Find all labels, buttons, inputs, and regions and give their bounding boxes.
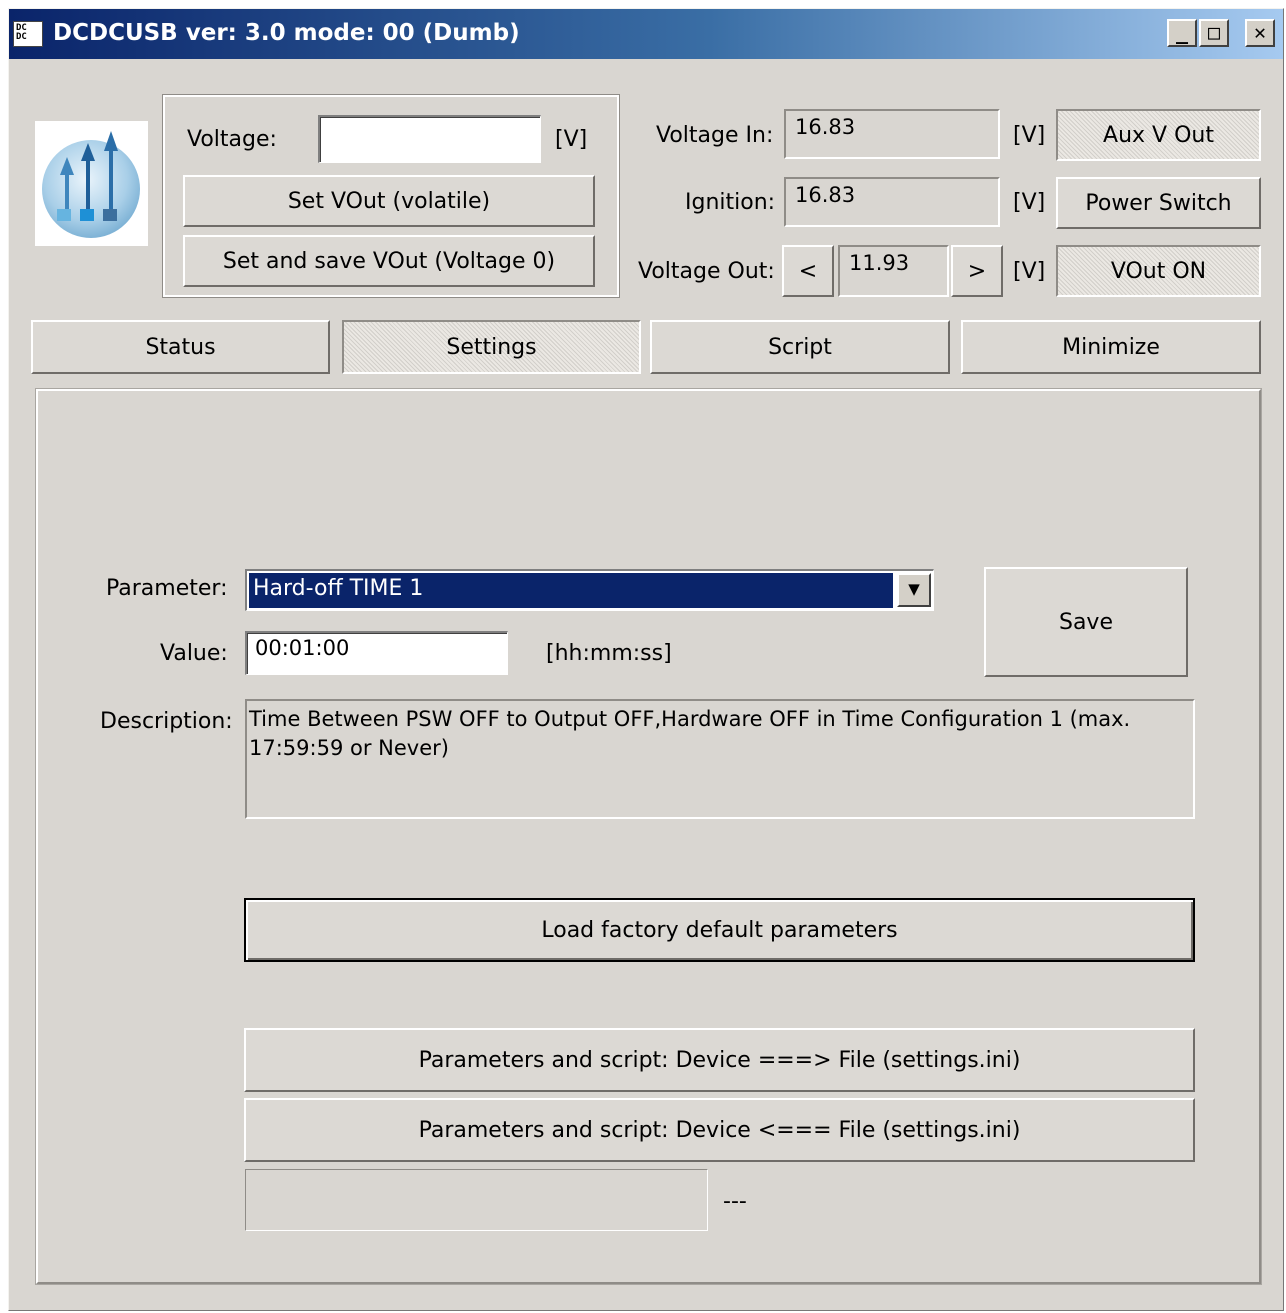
voltage-in-value: 16.83 — [784, 109, 1000, 159]
transfer-status-text: --- — [723, 1189, 747, 1214]
value-label: Value: — [160, 641, 228, 666]
tab-settings[interactable]: Settings — [342, 320, 641, 374]
ignition-value: 16.83 — [784, 177, 1000, 227]
voltage-out-unit: [V] — [1013, 259, 1046, 284]
app-icon: DC DC — [13, 21, 43, 47]
close-window-button[interactable]: ✕ — [1245, 19, 1275, 47]
load-factory-defaults-button[interactable]: Load factory default parameters — [244, 898, 1195, 962]
set-vout-volatile-button[interactable]: Set VOut (volatile) — [183, 175, 595, 227]
import-settings-button[interactable]: Parameters and script: Device <=== File … — [244, 1098, 1195, 1162]
ignition-unit: [V] — [1013, 190, 1046, 215]
voltage-out-value: 11.93 — [838, 245, 949, 297]
minimize-window-button[interactable]: _ — [1167, 19, 1197, 47]
save-button[interactable]: Save — [984, 567, 1188, 677]
voltage-label: Voltage: — [187, 127, 277, 152]
voltage-input[interactable] — [318, 115, 541, 163]
parameter-selected-value: Hard-off TIME 1 — [249, 573, 893, 608]
transfer-progress-bar — [245, 1169, 708, 1231]
value-unit-label: [hh:mm:ss] — [546, 641, 672, 666]
app-icon-text: DC DC — [16, 23, 27, 42]
vout-on-button[interactable]: VOut ON — [1056, 245, 1261, 297]
voltage-unit-label: [V] — [555, 127, 588, 152]
tab-minimize[interactable]: Minimize — [961, 320, 1261, 374]
value-input[interactable]: 00:01:00 — [245, 631, 508, 675]
parameter-label: Parameter: — [106, 576, 228, 601]
tab-script[interactable]: Script — [650, 320, 950, 374]
parameter-select[interactable]: Hard-off TIME 1 ▼ — [245, 569, 934, 611]
ignition-label: Ignition: — [685, 190, 776, 215]
voltage-in-unit: [V] — [1013, 123, 1046, 148]
description-text: Time Between PSW OFF to Output OFF,Hardw… — [245, 699, 1195, 819]
maximize-window-button[interactable]: □ — [1199, 19, 1229, 47]
voltage-in-label: Voltage In: — [656, 123, 774, 148]
close-icon: ✕ — [1253, 20, 1267, 44]
description-label: Description: — [100, 709, 233, 734]
power-switch-button[interactable]: Power Switch — [1056, 177, 1261, 229]
logo-graphic — [42, 131, 140, 238]
export-settings-button[interactable]: Parameters and script: Device ===> File … — [244, 1028, 1195, 1092]
aux-v-out-button[interactable]: Aux V Out — [1056, 109, 1261, 161]
minimize-icon: _ — [1175, 20, 1189, 44]
increase-vout-button[interactable]: > — [951, 245, 1003, 297]
set-and-save-vout-button[interactable]: Set and save VOut (Voltage 0) — [183, 235, 595, 287]
decrease-vout-button[interactable]: < — [782, 245, 834, 297]
tab-status[interactable]: Status — [31, 320, 330, 374]
window-title: DCDCUSB ver: 3.0 mode: 00 (Dumb) — [53, 20, 520, 46]
title-bar[interactable]: DC DC DCDCUSB ver: 3.0 mode: 00 (Dumb) _… — [9, 9, 1283, 59]
maximize-icon: □ — [1207, 20, 1221, 44]
dcdcusb-logo-icon — [35, 121, 148, 246]
voltage-out-label: Voltage Out: — [638, 259, 775, 284]
chevron-down-icon[interactable]: ▼ — [897, 573, 931, 607]
app-window: DC DC DCDCUSB ver: 3.0 mode: 00 (Dumb) _… — [8, 8, 1284, 1311]
